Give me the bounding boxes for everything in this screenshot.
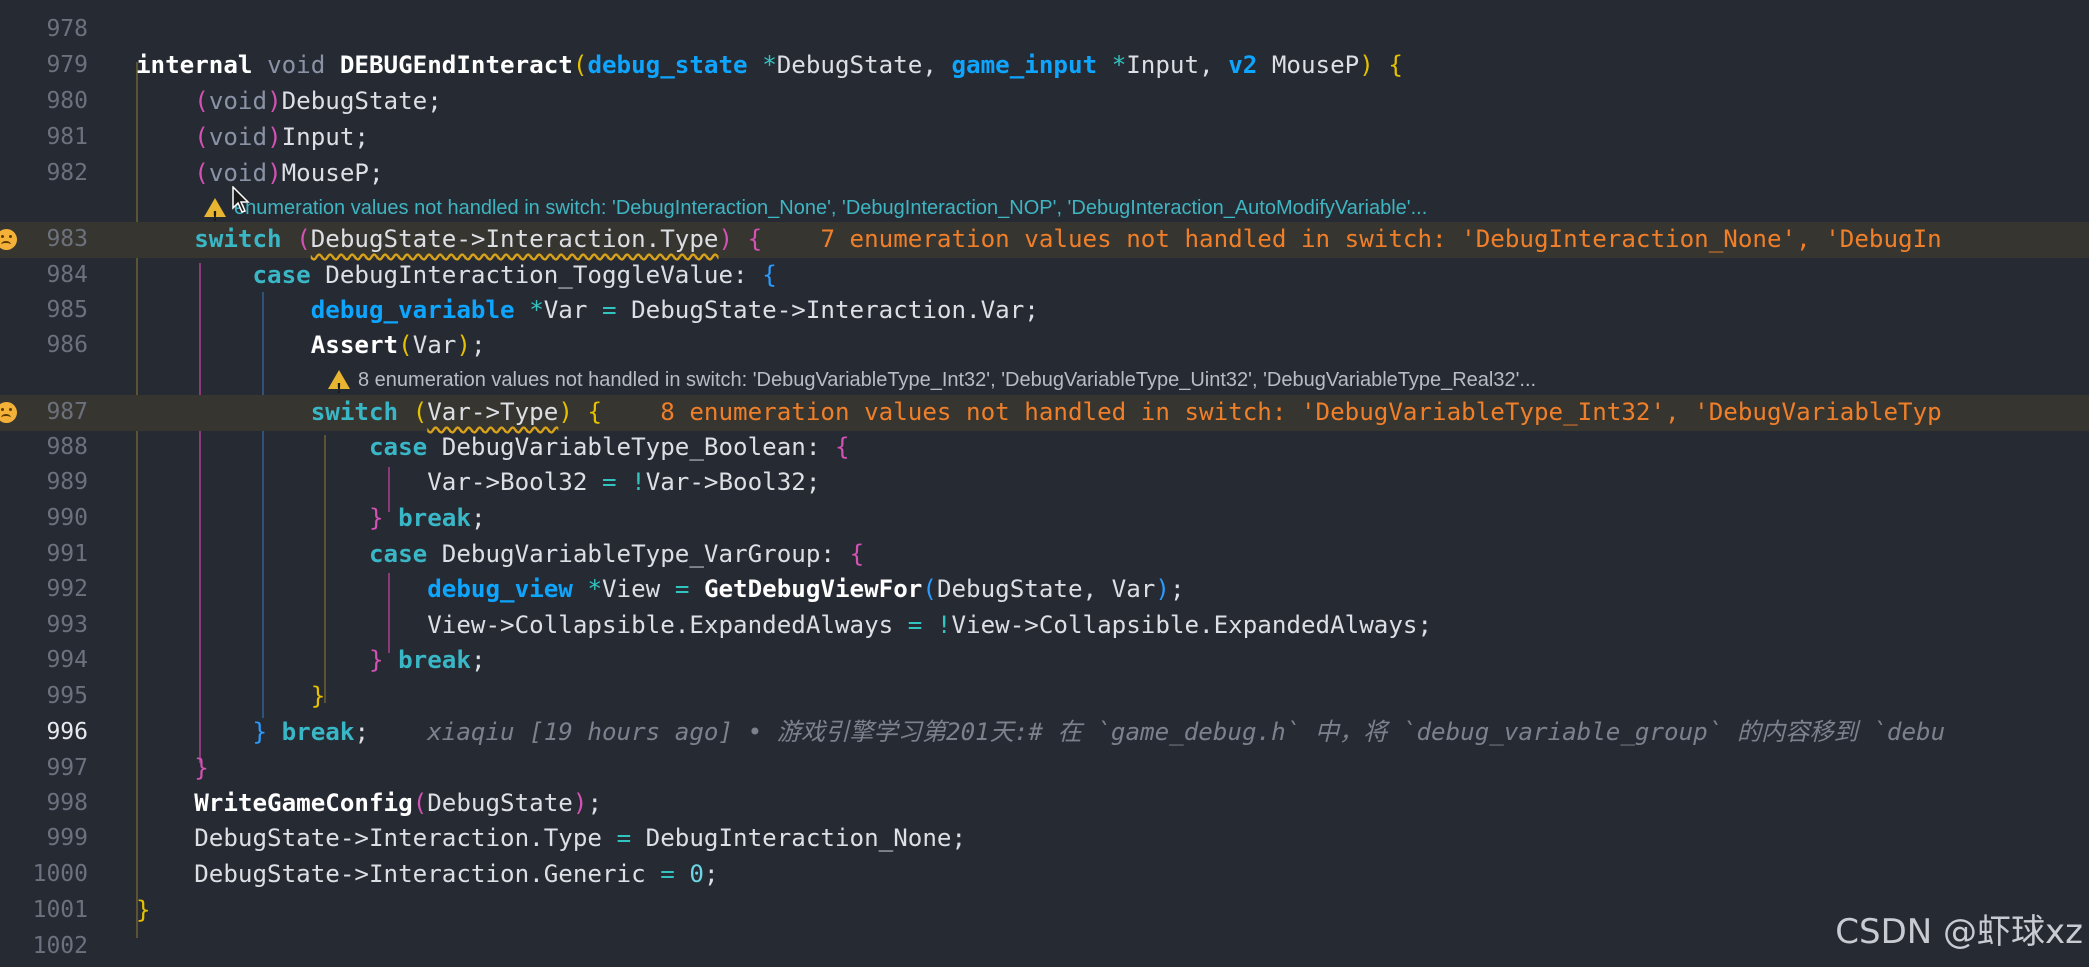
code-line[interactable]: 1001 }: [0, 893, 2089, 929]
line-number: 990: [46, 505, 88, 531]
code-line-with-error[interactable]: 983 switch (DebugState->Interaction.Type…: [0, 222, 2089, 258]
code-line[interactable]: 978: [0, 12, 2089, 48]
error-lens-message: 8 enumeration values not handled in swit…: [660, 398, 1942, 426]
code-text[interactable]: switch (Var->Type) { 8 enumeration value…: [136, 395, 1942, 431]
line-number: 982: [46, 160, 88, 186]
code-line[interactable]: 997 }: [0, 751, 2089, 787]
code-line[interactable]: 986 Assert(Var);: [0, 328, 2089, 364]
inline-warning-hint[interactable]: 8 enumeration values not handled in swit…: [0, 364, 2089, 406]
inline-warning-hint[interactable]: enumeration values not handled in switch…: [0, 192, 2089, 234]
code-text[interactable]: DebugState->Interaction.Type = DebugInte…: [136, 821, 966, 857]
code-text[interactable]: (void)DebugState;: [136, 84, 442, 120]
code-line[interactable]: 993 View->Collapsible.ExpandedAlways = !…: [0, 608, 2089, 644]
code-line[interactable]: 998 WriteGameConfig(DebugState);: [0, 786, 2089, 822]
code-line-active[interactable]: 996 } break; xiaqiu [19 hours ago] • 游戏引…: [0, 715, 2089, 751]
code-text[interactable]: }: [136, 893, 151, 929]
code-line[interactable]: 990 } break;: [0, 501, 2089, 537]
code-text[interactable]: View->Collapsible.ExpandedAlways = !View…: [136, 608, 1432, 644]
line-number: 981: [46, 124, 88, 150]
code-text[interactable]: Var->Bool32 = !Var->Bool32;: [136, 465, 820, 501]
line-number: 978: [46, 16, 88, 42]
line-number: 999: [46, 825, 88, 851]
line-number: 987: [46, 399, 88, 425]
code-line[interactable]: 1000 DebugState->Interaction.Generic = 0…: [0, 857, 2089, 893]
code-line[interactable]: 985 debug_variable *Var = DebugState->In…: [0, 293, 2089, 329]
code-text[interactable]: debug_view *View = GetDebugViewFor(Debug…: [136, 572, 1184, 608]
watermark: CSDN @虾球xz: [1835, 912, 2083, 952]
code-text[interactable]: internal void DEBUGEndInteract(debug_sta…: [136, 48, 1403, 84]
git-blame-annotation: xiaqiu [19 hours ago] • 游戏引擎学习第201天:# 在 …: [427, 718, 1946, 746]
line-number: 998: [46, 790, 88, 816]
code-text[interactable]: } break;: [136, 643, 486, 679]
code-line[interactable]: 1002: [0, 929, 2089, 965]
code-line[interactable]: 984 case DebugInteraction_ToggleValue: {: [0, 258, 2089, 294]
code-text[interactable]: WriteGameConfig(DebugState);: [136, 786, 602, 822]
code-text[interactable]: }: [136, 679, 326, 715]
line-number: 984: [46, 262, 88, 288]
line-number: 988: [46, 434, 88, 460]
line-number: 1002: [32, 933, 88, 959]
line-number: 985: [46, 297, 88, 323]
code-line[interactable]: 999 DebugState->Interaction.Type = Debug…: [0, 821, 2089, 857]
line-number: 989: [46, 469, 88, 495]
code-line[interactable]: 989 Var->Bool32 = !Var->Bool32;: [0, 465, 2089, 501]
code-text[interactable]: } break; xiaqiu [19 hours ago] • 游戏引擎学习第…: [136, 715, 1946, 751]
code-editor[interactable]: 978 979 internal void DEBUGEndInteract(d…: [0, 0, 2089, 967]
code-line[interactable]: 995 }: [0, 679, 2089, 715]
code-line[interactable]: 979 internal void DEBUGEndInteract(debug…: [0, 48, 2089, 84]
code-line[interactable]: 994 } break;: [0, 643, 2089, 679]
code-line[interactable]: 981 (void)Input;: [0, 120, 2089, 156]
code-text[interactable]: case DebugVariableType_VarGroup: {: [136, 537, 864, 573]
code-line-with-error[interactable]: 987 switch (Var->Type) { 8 enumeration v…: [0, 395, 2089, 431]
code-line[interactable]: 992 debug_view *View = GetDebugViewFor(D…: [0, 572, 2089, 608]
line-number: 996: [46, 719, 88, 745]
code-text[interactable]: debug_variable *Var = DebugState->Intera…: [136, 293, 1039, 329]
warning-triangle-icon: [328, 370, 350, 406]
line-number: 992: [46, 576, 88, 602]
code-text[interactable]: case DebugVariableType_Boolean: {: [136, 430, 850, 466]
code-text[interactable]: case DebugInteraction_ToggleValue: {: [136, 258, 777, 294]
line-number: 993: [46, 612, 88, 638]
mouse-pointer-icon: [232, 186, 250, 213]
code-line[interactable]: 991 case DebugVariableType_VarGroup: {: [0, 537, 2089, 573]
code-text[interactable]: }: [136, 751, 209, 787]
warning-hint-text: 8 enumeration values not handled in swit…: [358, 369, 1537, 391]
line-number: 1001: [32, 897, 88, 923]
line-number: 980: [46, 88, 88, 114]
line-number: 994: [46, 647, 88, 673]
code-text[interactable]: DebugState->Interaction.Generic = 0;: [136, 857, 718, 893]
code-text[interactable]: switch (DebugState->Interaction.Type) { …: [136, 222, 1942, 258]
line-number: 979: [46, 52, 88, 78]
warning-hint-text: enumeration values not handled in switch…: [234, 197, 1428, 219]
warning-triangle-icon: [204, 198, 226, 234]
code-text[interactable]: (void)MouseP;: [136, 156, 383, 192]
code-line[interactable]: 988 case DebugVariableType_Boolean: {: [0, 430, 2089, 466]
line-number: 986: [46, 332, 88, 358]
line-number: 983: [46, 226, 88, 252]
line-number: 995: [46, 683, 88, 709]
code-text[interactable]: Assert(Var);: [136, 328, 486, 364]
code-line[interactable]: 980 (void)DebugState;: [0, 84, 2089, 120]
line-number: 997: [46, 755, 88, 781]
code-line[interactable]: 982 (void)MouseP;: [0, 156, 2089, 192]
code-text[interactable]: } break;: [136, 501, 486, 537]
error-lens-message: 7 enumeration values not handled in swit…: [820, 225, 1942, 253]
code-text[interactable]: (void)Input;: [136, 120, 369, 156]
line-number: 991: [46, 541, 88, 567]
line-number: 1000: [32, 861, 88, 887]
